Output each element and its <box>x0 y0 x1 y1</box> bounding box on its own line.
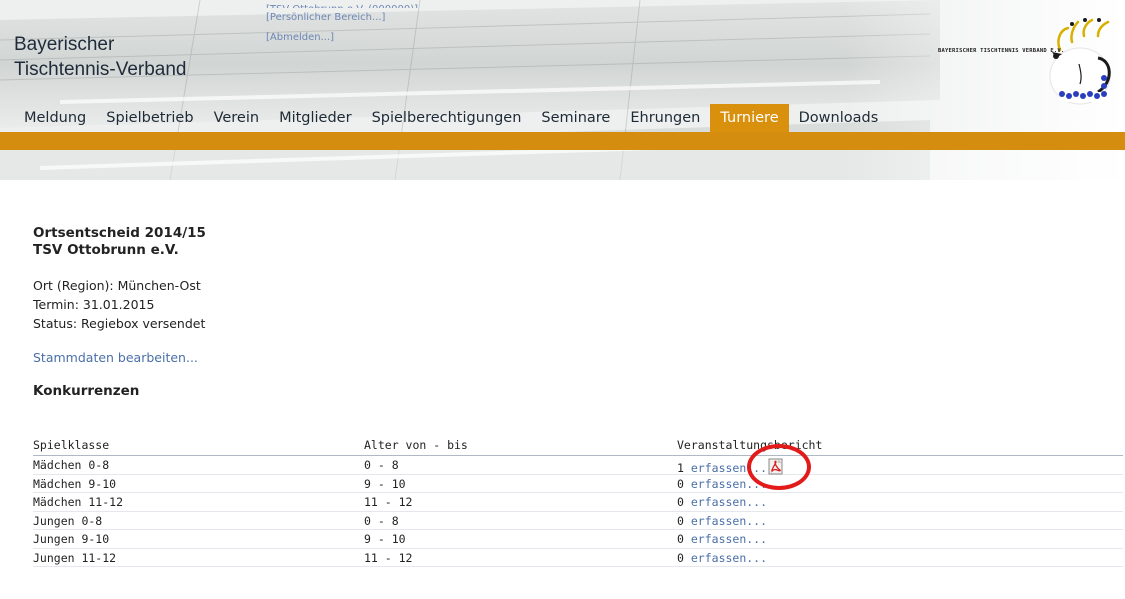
report-count: 0 <box>677 476 684 491</box>
erfassen-link[interactable]: erfassen... <box>691 514 767 528</box>
table-row: Mädchen 0-8 0 - 8 1 erfassen... <box>33 456 1123 475</box>
cell-spielklasse: Mädchen 0-8 <box>33 458 110 472</box>
cell-alter: 0 - 8 <box>364 513 399 528</box>
event-location: Ort (Region): München-Ost <box>33 278 201 293</box>
ping-pong-logo-icon <box>1049 18 1111 105</box>
column-header-alter: Alter von - bis <box>364 438 468 452</box>
erfassen-link[interactable]: erfassen... <box>691 461 767 475</box>
event-title: Ortsentscheid 2014/15 <box>33 225 206 241</box>
nav-item-spielberechtigungen[interactable]: Spielberechtigungen <box>362 104 532 132</box>
table-row: Mädchen 11-12 11 - 12 0 erfassen... <box>33 493 1123 512</box>
cell-spielklasse: Jungen 9-10 <box>33 532 110 546</box>
cell-spielklasse: Mädchen 9-10 <box>33 476 117 491</box>
table-row: Mädchen 9-10 9 - 10 0 erfassen... <box>33 475 1123 493</box>
nav-item-turniere[interactable]: Turniere <box>710 104 789 132</box>
competitions-heading: Konkurrenzen <box>33 383 140 399</box>
event-club: TSV Ottobrunn e.V. <box>33 242 179 258</box>
nav-item-seminare[interactable]: Seminare <box>531 104 620 132</box>
personal-area-link[interactable]: [Persönlicher Bereich...] <box>266 8 418 28</box>
cell-spielklasse: Jungen 11-12 <box>33 550 117 565</box>
cell-bericht: 0 erfassen... <box>677 532 767 546</box>
erfassen-link[interactable]: erfassen... <box>691 551 767 565</box>
report-count: 0 <box>677 513 684 528</box>
event-title-block: Ortsentscheid 2014/15 TSV Ottobrunn e.V. <box>33 225 1123 259</box>
cell-alter: 11 - 12 <box>364 550 413 565</box>
table-row: Jungen 0-8 0 - 8 0 erfassen... <box>33 512 1123 530</box>
logo-wordmark: BAYERISCHER TISCHTENNIS VERBAND E.V. <box>938 48 1065 54</box>
event-status: Status: Regiebox versendet <box>33 316 206 331</box>
nav-item-mitglieder[interactable]: Mitglieder <box>269 104 362 132</box>
user-links: [TSV Ottobrunn e.V. (000000)] [Persönlic… <box>266 0 418 48</box>
logout-link[interactable]: [Abmelden...] <box>266 28 418 48</box>
club-link[interactable]: [TSV Ottobrunn e.V. (000000)] <box>266 0 418 8</box>
cell-bericht: 0 erfassen... <box>677 551 767 565</box>
erfassen-link[interactable]: erfassen... <box>691 477 767 491</box>
report-count: 0 <box>677 550 684 565</box>
column-header-spielklasse: Spielklasse <box>33 438 110 452</box>
table-row: Jungen 9-10 9 - 10 0 erfassen... <box>33 530 1123 549</box>
cell-alter: 11 - 12 <box>364 495 413 509</box>
event-info: Ort (Region): München-Ost Termin: 31.01.… <box>33 276 1123 333</box>
main-content: Ortsentscheid 2014/15 TSV Ottobrunn e.V.… <box>33 225 1123 567</box>
cell-bericht: 0 erfassen... <box>677 495 767 509</box>
competitions-table: Spielklasse Alter von - bis Veranstaltun… <box>33 436 1123 567</box>
erfassen-link[interactable]: erfassen... <box>691 495 767 509</box>
edit-master-data-link[interactable]: Stammdaten bearbeiten... <box>33 350 198 365</box>
page-header: Bayerischer Tischtennis-Verband [TSV Ott… <box>0 0 1125 180</box>
nav-item-ehrungen[interactable]: Ehrungen <box>620 104 710 132</box>
table-header-row: Spielklasse Alter von - bis Veranstaltun… <box>33 436 1123 456</box>
cell-alter: 0 - 8 <box>364 458 399 472</box>
nav-item-spielbetrieb[interactable]: Spielbetrieb <box>96 104 203 132</box>
brand-line-1: Bayerischer <box>14 34 115 55</box>
main-navigation: Meldung Spielbetrieb Verein Mitglieder S… <box>14 104 888 132</box>
table-row: Jungen 11-12 11 - 12 0 erfassen... <box>33 549 1123 567</box>
bttv-logo[interactable]: BAYERISCHER TISCHTENNIS VERBAND E.V. <box>932 12 1112 112</box>
cell-spielklasse: Jungen 0-8 <box>33 513 103 528</box>
cell-bericht: 0 erfassen... <box>677 514 767 528</box>
nav-item-downloads[interactable]: Downloads <box>789 104 889 132</box>
brand-line-2: Tischtennis-Verband <box>14 59 187 80</box>
column-header-bericht: Veranstaltungsbericht <box>677 438 823 452</box>
report-count: 0 <box>677 532 684 546</box>
cell-bericht: 0 erfassen... <box>677 477 767 491</box>
cell-alter: 9 - 10 <box>364 532 406 546</box>
cell-spielklasse: Mädchen 11-12 <box>33 495 124 509</box>
table-body: Mädchen 0-8 0 - 81 erfassen... Mädchen 9-1… <box>33 456 1123 567</box>
report-count: 0 <box>677 495 684 509</box>
nav-item-meldung[interactable]: Meldung <box>14 104 96 132</box>
nav-accent-bar <box>0 132 1125 150</box>
nav-item-verein[interactable]: Verein <box>204 104 270 132</box>
erfassen-link[interactable]: erfassen... <box>691 532 767 546</box>
cell-alter: 9 - 10 <box>364 476 406 491</box>
site-brand[interactable]: Bayerischer Tischtennis-Verband <box>14 32 187 82</box>
report-count: 1 <box>677 461 684 475</box>
event-date: Termin: 31.01.2015 <box>33 297 155 312</box>
